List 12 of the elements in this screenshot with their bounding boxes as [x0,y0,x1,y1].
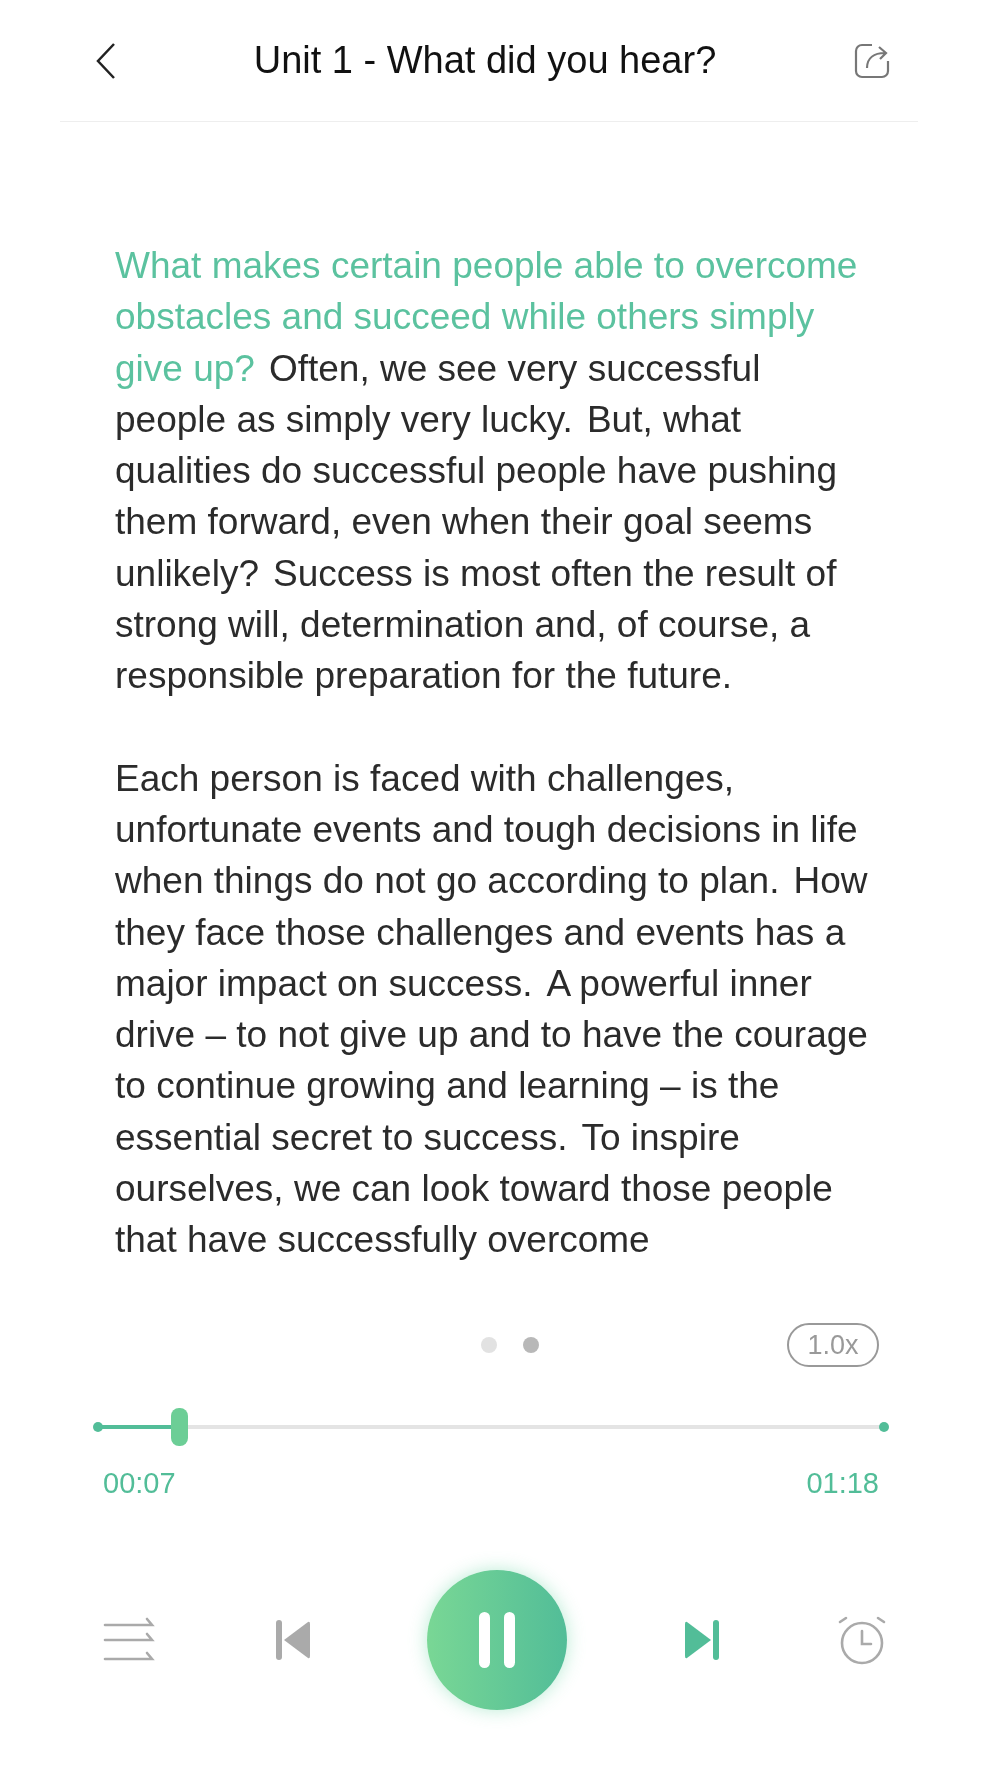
speed-button[interactable]: 1.0x [787,1323,879,1367]
next-icon[interactable] [683,1618,720,1662]
transcript-paragraph: What makes certain people able to overcome obstacles and succeed while others simply give up? Often, we see very successful people as simply very lucky. But, what qualities do successful people have pushing them forward, even when their goal seems unlikely? Success is most often the result of strong will, determination and, of course, a responsible preparation for the future. [115,244,859,699]
transcript-paragraph: Each person is faced with challenges, unfortunate events and tough decisions in life when things do not go according to plan. How they face those challenges and events has a major impact on success. A powerful inner drive – to not give up and to have the courage to continue growing and learning – is the essential secret to success. To inspire ourselves, we can look toward those people that have successfully overcome [115,756,869,1263]
page-dot[interactable] [481,1337,497,1353]
alarm-clock-icon[interactable] [836,1614,888,1666]
progress-slider[interactable] [93,1408,889,1446]
page-dot[interactable] [523,1337,539,1353]
pause-button[interactable] [427,1570,567,1710]
elapsed-time: 00:07 [103,1467,176,1500]
page-title: Unit 1 - What did you hear? [253,39,717,82]
total-time: 01:18 [806,1467,879,1500]
